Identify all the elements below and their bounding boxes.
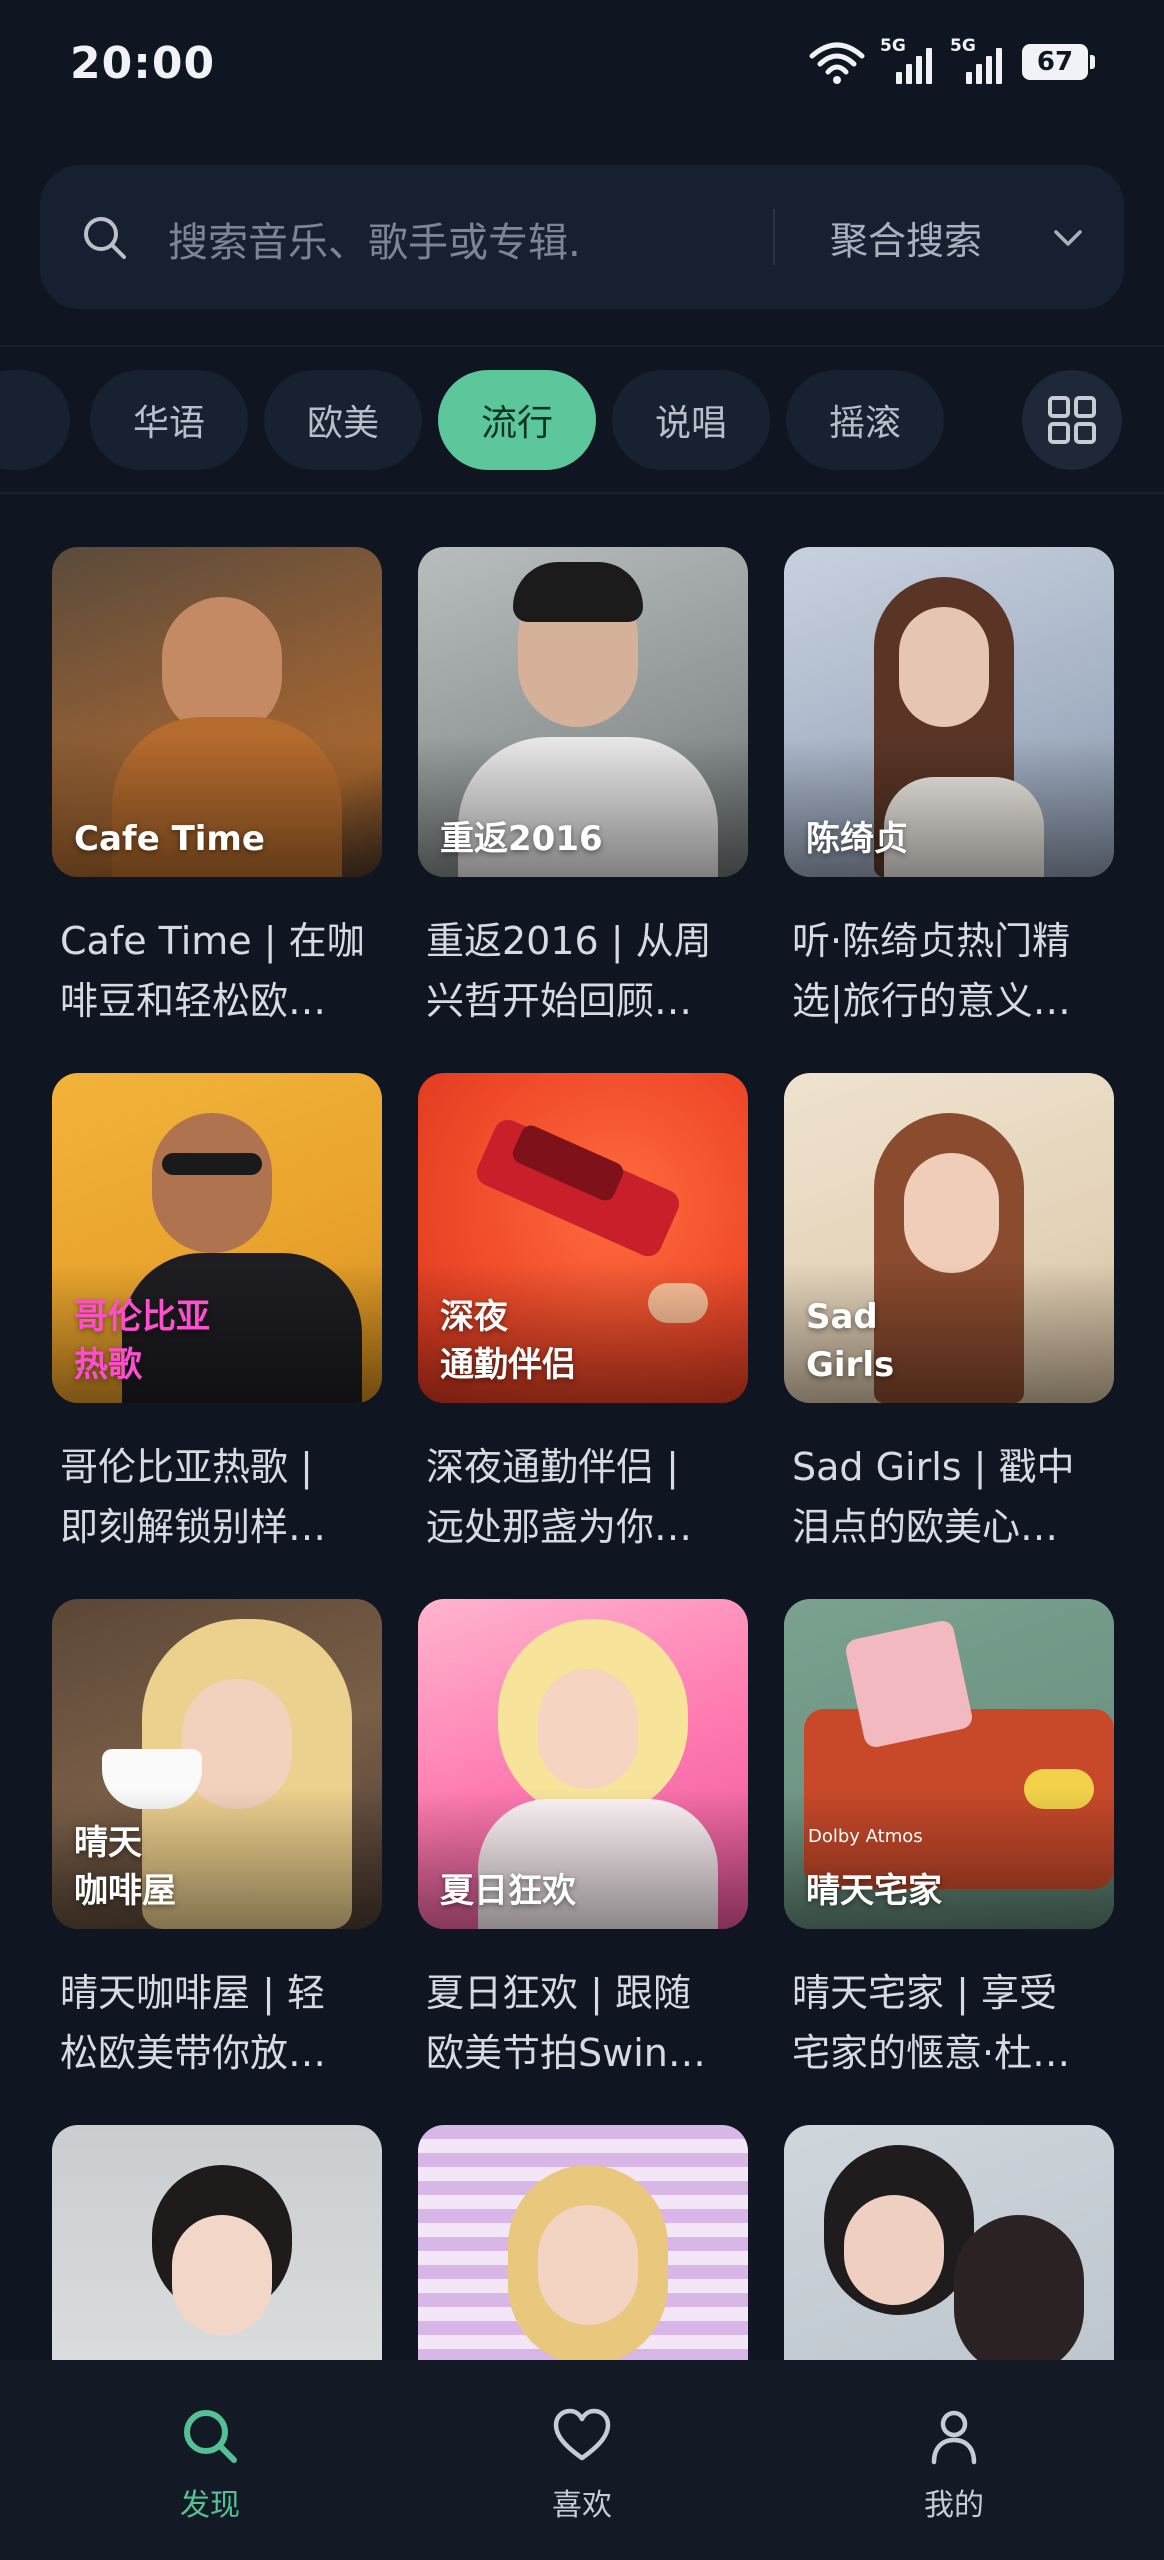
- category-chip-partial[interactable]: [0, 370, 70, 470]
- playlist-title[interactable]: 夏日狂欢 | 跟随 欧美节拍Swin…: [426, 1963, 756, 2083]
- category-chip[interactable]: 摇滚: [786, 370, 944, 470]
- playlist-card[interactable]: Cafe Time Cafe Time | 在咖 啡豆和轻松欧…: [52, 547, 382, 1023]
- playlist-cover[interactable]: 夏日狂欢: [418, 1599, 748, 1929]
- playlist-card[interactable]: 深夜 通勤伴侣 深夜通勤伴侣 | 远处那盏为你…: [418, 1073, 748, 1549]
- signal-label: 5G: [950, 36, 976, 56]
- playlist-card[interactable]: Sad Girls Sad Girls | 戳中 泪点的欧美心…: [784, 1073, 1114, 1549]
- status-bar: 20:00 5G 5G 67: [0, 0, 1164, 135]
- search-icon: [184, 2410, 237, 2463]
- category-tabs: 华语 欧美 流行 说唱 摇滚: [0, 365, 1164, 475]
- battery-level: 67: [1036, 47, 1074, 77]
- playlist-card[interactable]: 陈绮贞 听·陈绮贞热门精 选|旅行的意义…: [784, 547, 1114, 1023]
- search-divider: [773, 209, 775, 265]
- cover-title: Sad Girls: [806, 1297, 895, 1385]
- playlist-cover[interactable]: 深夜 通勤伴侣: [418, 1073, 748, 1403]
- nav-label: 喜欢: [552, 2488, 612, 2523]
- cover-title: 晴天 咖啡屋: [74, 1823, 176, 1911]
- cover-title: 夏日狂欢: [440, 1871, 576, 1911]
- bottom-nav: 发现 喜欢 我的: [0, 2360, 1164, 2560]
- cover-title: Cafe Time: [74, 819, 265, 859]
- grid-icon: [1048, 396, 1096, 444]
- category-chip[interactable]: 华语: [90, 370, 248, 470]
- playlist-card[interactable]: 晴天 咖啡屋 晴天咖啡屋 | 轻 松欧美带你放…: [52, 1599, 382, 2075]
- playlist-cover[interactable]: 哥伦比亚 热歌: [52, 1073, 382, 1403]
- playlist-cover[interactable]: 重返2016: [418, 547, 748, 877]
- playlist-cover[interactable]: 晴天 咖啡屋: [52, 1599, 382, 1929]
- playlist-title[interactable]: 深夜通勤伴侣 | 远处那盏为你…: [426, 1437, 756, 1557]
- dolby-atmos-badge: Dolby Atmos: [808, 1826, 923, 1847]
- nav-label: 我的: [924, 2488, 984, 2523]
- all-categories-button[interactable]: [1022, 370, 1122, 470]
- divider: [0, 345, 1164, 347]
- nav-item-discover[interactable]: 发现: [100, 2404, 320, 2524]
- playlist-cover[interactable]: 陈绮贞: [784, 547, 1114, 877]
- playlist-card[interactable]: 重返2016 重返2016 | 从周 兴哲开始回顾…: [418, 547, 748, 1023]
- wifi-icon: [809, 42, 865, 84]
- category-chip-selected[interactable]: 流行: [438, 370, 596, 470]
- playlist-cover[interactable]: Cafe Time: [52, 547, 382, 877]
- playlist-card[interactable]: 夏日狂欢 夏日狂欢 | 跟随 欧美节拍Swin…: [418, 1599, 748, 2075]
- playlist-title[interactable]: 晴天咖啡屋 | 轻 松欧美带你放…: [60, 1963, 390, 2083]
- cover-title: 重返2016: [440, 819, 603, 859]
- person-icon: [931, 2410, 977, 2465]
- playlist-title[interactable]: 晴天宅家 | 享受 宅家的惬意·杜…: [792, 1963, 1122, 2083]
- cover-title: 深夜 通勤伴侣: [440, 1297, 576, 1385]
- signal-label: 5G: [880, 36, 906, 56]
- cover-title: 晴天宅家: [806, 1871, 942, 1911]
- playlist-cover[interactable]: Dolby Atmos 晴天宅家: [784, 1599, 1114, 1929]
- playlist-card[interactable]: 哥伦比亚 热歌 哥伦比亚热歌 | 即刻解锁别样…: [52, 1073, 382, 1549]
- status-icons: 5G 5G 67: [808, 36, 1095, 84]
- search-input[interactable]: 搜索音乐、歌手或专辑.: [168, 210, 581, 268]
- signal-5g-icon: 5G: [950, 36, 1006, 84]
- divider: [0, 492, 1164, 494]
- battery-icon: 67: [1022, 44, 1095, 80]
- playlist-card[interactable]: Dolby Atmos 晴天宅家 晴天宅家 | 享受 宅家的惬意·杜…: [784, 1599, 1114, 2075]
- status-time: 20:00: [70, 38, 216, 89]
- category-chip[interactable]: 说唱: [612, 370, 770, 470]
- playlist-title[interactable]: 重返2016 | 从周 兴哲开始回顾…: [426, 911, 756, 1031]
- search-icon: [84, 217, 126, 259]
- cover-title: 陈绮贞: [806, 819, 908, 859]
- playlist-title[interactable]: Cafe Time | 在咖 啡豆和轻松欧…: [60, 911, 390, 1031]
- nav-item-favorites[interactable]: 喜欢: [472, 2404, 692, 2524]
- chevron-down-icon[interactable]: [1050, 220, 1086, 256]
- playlist-title[interactable]: 听·陈绮贞热门精 选|旅行的意义…: [792, 911, 1122, 1031]
- search-bar[interactable]: 搜索音乐、歌手或专辑. 聚合搜索: [40, 165, 1124, 309]
- heart-icon: [553, 2408, 611, 2461]
- category-chip[interactable]: 欧美: [264, 370, 422, 470]
- playlist-title[interactable]: 哥伦比亚热歌 | 即刻解锁别样…: [60, 1437, 390, 1557]
- playlist-cover[interactable]: Sad Girls: [784, 1073, 1114, 1403]
- playlist-title[interactable]: Sad Girls | 戳中 泪点的欧美心…: [792, 1437, 1122, 1557]
- signal-5g-icon: 5G: [880, 36, 936, 84]
- cover-title: 哥伦比亚 热歌: [74, 1297, 210, 1385]
- search-mode-dropdown[interactable]: 聚合搜索: [830, 210, 982, 265]
- nav-item-profile[interactable]: 我的: [844, 2404, 1064, 2524]
- nav-label: 发现: [180, 2488, 240, 2523]
